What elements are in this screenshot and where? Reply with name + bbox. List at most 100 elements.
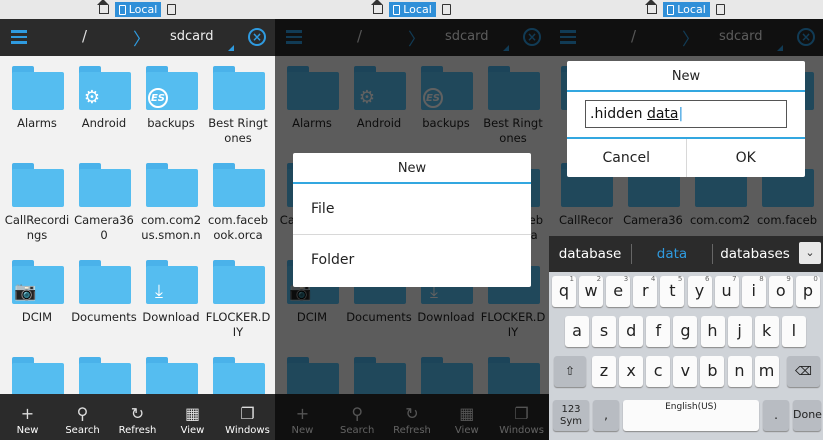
location-badge[interactable]: Local [663, 2, 710, 17]
key-label: q [558, 281, 570, 300]
folder-badge-icon: 📷 [14, 281, 37, 302]
suggestion-strip: database data databases ⌄ [549, 236, 823, 272]
key-v[interactable]: v [673, 356, 698, 387]
suggestion-item[interactable]: database [549, 246, 631, 262]
cancel-button[interactable]: Cancel [567, 139, 686, 177]
key-label: p [802, 281, 813, 300]
home-icon[interactable] [371, 0, 384, 14]
space-key[interactable]: English(US) [623, 400, 759, 431]
toolbar-label: Refresh [118, 425, 157, 436]
folder-icon [213, 260, 265, 304]
status-bar: Local [549, 0, 823, 19]
key-w[interactable]: w2 [579, 275, 604, 307]
toolbar-refresh-button[interactable]: ↻ Refresh [110, 394, 165, 440]
menu-icon[interactable] [11, 30, 27, 44]
key-s[interactable]: s [592, 316, 617, 347]
key-c[interactable]: c [646, 356, 671, 387]
key-y[interactable]: y6 [687, 275, 712, 307]
top-bar: / 〉 sdcard × [0, 19, 275, 56]
home-icon[interactable] [96, 0, 109, 14]
location-badge[interactable]: Local [389, 2, 436, 17]
sdcard-icon[interactable] [715, 4, 725, 15]
toolbar-new-button[interactable]: + New [0, 394, 55, 440]
key-x[interactable]: x [619, 356, 644, 387]
period-key[interactable]: . [763, 400, 789, 431]
backspace-key[interactable]: ⌫ [787, 356, 820, 387]
key-label: ⇧ [564, 364, 576, 378]
key-o[interactable]: o9 [768, 275, 793, 307]
folder-label: Best Ringtones [208, 116, 268, 145]
dialog-title: New [293, 153, 531, 184]
key-p[interactable]: p0 [795, 275, 820, 307]
suggestion-item[interactable]: databases [713, 246, 797, 262]
key-label: l [791, 321, 797, 340]
sdcard-icon[interactable] [167, 4, 177, 15]
status-bar: Local [275, 0, 549, 19]
key-a[interactable]: a [565, 316, 589, 347]
done-key[interactable]: Done [793, 400, 822, 431]
input-composing-word: data [646, 106, 679, 122]
key-n[interactable]: n [727, 356, 752, 387]
key-k[interactable]: k [754, 316, 779, 347]
dialog-title: New [567, 61, 805, 92]
key-z[interactable]: z [592, 356, 616, 387]
key-secondary-label: 0 [813, 275, 818, 283]
windows-icon: ❐ [240, 404, 255, 423]
key-label: y [694, 281, 705, 300]
sdcard-icon[interactable] [441, 4, 451, 15]
location-badge[interactable]: Local [114, 2, 162, 17]
toolbar-label: Windows [225, 425, 270, 436]
ok-button[interactable]: OK [685, 139, 806, 177]
new-folder-option[interactable]: Folder [293, 235, 531, 286]
key-secondary-label: 1 [569, 275, 574, 283]
more-suggestions-icon[interactable]: ⌄ [799, 242, 821, 264]
toolbar-label: New [16, 425, 39, 436]
key-label: x [626, 361, 636, 380]
keyboard-row-3: ⇧ z x c v b n m ⌫ [549, 352, 823, 392]
key-m[interactable]: m [754, 356, 779, 387]
folder-label: FLOCKER.DIY [205, 310, 271, 339]
soft-keyboard: database data databases ⌄ q1w2e3r4t5y6u7… [549, 236, 823, 440]
key-u[interactable]: u7 [714, 275, 739, 307]
key-j[interactable]: j [727, 316, 752, 347]
toolbar-search-button[interactable]: ⚲ Search [55, 394, 110, 440]
home-icon[interactable] [645, 0, 658, 14]
folder-icon [146, 163, 198, 207]
key-b[interactable]: b [700, 356, 725, 387]
name-input[interactable]: .hidden data| [585, 100, 787, 128]
key-label: d [626, 321, 637, 340]
toolbar-windows-button[interactable]: ❐ Windows [220, 394, 275, 440]
key-d[interactable]: d [619, 316, 644, 347]
key-label: Done [793, 408, 822, 421]
breadcrumb-root[interactable]: / [82, 27, 87, 45]
key-f[interactable]: f [646, 316, 671, 347]
key-e[interactable]: e3 [606, 275, 631, 307]
key-label: r [642, 281, 649, 300]
suggestion-item[interactable]: data [632, 246, 712, 262]
key-secondary-label: 2 [596, 275, 602, 283]
key-g[interactable]: g [673, 316, 698, 347]
key-h[interactable]: h [700, 316, 725, 347]
folder-label: Download [142, 310, 200, 324]
new-file-option[interactable]: File [293, 184, 531, 235]
key-q[interactable]: q1 [552, 275, 576, 307]
sym-key[interactable]: 123 Sym [553, 400, 589, 431]
key-i[interactable]: i8 [741, 275, 766, 307]
folder-icon [12, 66, 64, 110]
comma-key[interactable]: , [593, 400, 619, 431]
panel-name-dialog: Local / 〉 sdcard × ⚙ESCallRecorCamera36c… [549, 0, 823, 440]
key-label: . [774, 408, 778, 422]
search-icon: ⚲ [76, 404, 89, 423]
shift-key[interactable]: ⇧ [554, 356, 586, 387]
toolbar-view-button[interactable]: ▦ View [165, 394, 220, 440]
key-t[interactable]: t5 [660, 275, 685, 307]
breadcrumb-current[interactable]: sdcard [170, 29, 214, 44]
phone-icon [118, 4, 126, 15]
folder-icon [79, 260, 131, 304]
close-icon[interactable]: × [248, 28, 266, 46]
folder-badge-icon: ⚙ [83, 87, 101, 108]
key-r[interactable]: r4 [633, 275, 658, 307]
folder-icon: ⤓ [146, 260, 198, 304]
key-l[interactable]: l [781, 316, 806, 347]
status-bar: Local [0, 0, 275, 19]
